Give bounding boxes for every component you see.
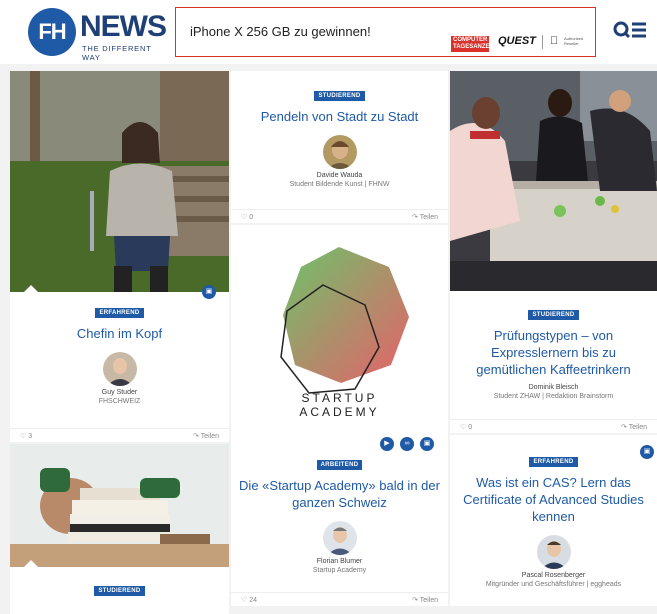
article-title[interactable]: Prüfungstypen – von Expresslernern bis z…: [450, 327, 657, 378]
article-image-woman-bench: [10, 71, 229, 292]
heart-icon: ♡: [241, 597, 248, 604]
fh-news-logo[interactable]: FH NEWS THE DIFFERENT WAY: [28, 8, 168, 62]
heart-icon: ♡: [241, 214, 248, 221]
like-button[interactable]: ♡ 0: [241, 213, 253, 221]
ad-separator: [542, 35, 543, 49]
author-name[interactable]: Dominik Bleisch: [450, 384, 657, 391]
like-count: 0: [468, 424, 473, 431]
author-name[interactable]: Pascal Rosenberger: [450, 572, 657, 579]
author-avatar[interactable]: [322, 521, 357, 555]
ad-banner[interactable]: iPhone X 256 GB zu gewinnen! COMPUTER TA…: [175, 7, 596, 57]
search-menu-button[interactable]: [612, 18, 648, 44]
author-name[interactable]: Guy Studer: [10, 389, 229, 396]
article-image-students-table: [450, 71, 657, 291]
like-count: 0: [249, 214, 254, 221]
card-footer: ♡ 3 ↷ Teilen: [10, 428, 229, 442]
card-notch: [24, 285, 38, 292]
heart-icon: ♡: [20, 433, 27, 440]
ad-text: iPhone X 256 GB zu gewinnen!: [190, 24, 371, 39]
share-label: Teilen: [628, 424, 647, 431]
share-label: Teilen: [200, 433, 219, 440]
site-header: FH NEWS THE DIFFERENT WAY iPhone X 256 G…: [0, 0, 657, 64]
ad-brand-quest: QUEST: [498, 35, 536, 47]
author-avatar[interactable]: [536, 535, 571, 569]
ad-brand-computer: COMPUTER TAGESANZEIGER: [451, 36, 505, 52]
heart-icon: ♡: [460, 424, 467, 431]
share-icon: ↷: [412, 597, 418, 604]
card-footer: ♡ 24 ↷ Teilen: [231, 592, 448, 606]
share-button[interactable]: ↷ Teilen: [621, 423, 647, 431]
search-menu-icon: [613, 21, 646, 39]
share-button[interactable]: ↷ Teilen: [412, 596, 438, 604]
share-label: Teilen: [419, 214, 438, 221]
author-avatar[interactable]: [102, 352, 137, 386]
article-card-pruefung[interactable]: STUDIEREND Prüfungstypen – von Expressle…: [450, 71, 657, 433]
copy-icon[interactable]: ▣: [202, 285, 216, 299]
share-icon: ↷: [621, 424, 627, 431]
article-card-books[interactable]: STUDIEREND: [10, 444, 229, 614]
author-role: Student ZHAW | Redaktion Brainstorm: [493, 393, 614, 400]
like-count: 24: [249, 597, 258, 604]
article-card-pendeln[interactable]: STUDIEREND Pendeln von Stadt zu Stadt Da…: [231, 71, 448, 223]
share-button[interactable]: ↷ Teilen: [193, 432, 219, 440]
article-image-books: [10, 444, 229, 567]
author-role: Student Bildende Kunst | FHNW: [289, 181, 390, 188]
category-badge[interactable]: STUDIEREND: [528, 310, 579, 320]
card-notch: [24, 560, 38, 567]
share-button[interactable]: ↷ Teilen: [412, 213, 438, 221]
category-badge[interactable]: STUDIEREND: [94, 586, 145, 596]
author-name[interactable]: Davide Wauda: [231, 172, 448, 179]
category-badge[interactable]: ERFAHREND: [529, 457, 578, 467]
logo-mark: FH: [28, 8, 76, 56]
share-icon: ↷: [412, 214, 418, 221]
article-title[interactable]: Pendeln von Stadt zu Stadt: [231, 108, 448, 125]
startup-logo-line1: STARTUP: [301, 391, 378, 405]
play-icon[interactable]: ▶: [380, 437, 394, 451]
author-role: Mitgründer und Geschäftsführer | egghead…: [485, 581, 622, 588]
like-count: 3: [28, 433, 33, 440]
logo-tagline: THE DIFFERENT WAY: [82, 44, 152, 62]
like-button[interactable]: ♡ 24: [241, 596, 257, 604]
article-title[interactable]: Chefin im Kopf: [10, 325, 229, 342]
startup-logo-line2: ACADEMY: [299, 405, 380, 419]
apple-logo-icon: : [550, 35, 558, 47]
share-icon: ↷: [193, 433, 199, 440]
article-card-chefin[interactable]: ▣ ERFAHREND Chefin im Kopf Guy Studer FH…: [10, 71, 229, 442]
link-icon[interactable]: ∞: [400, 437, 414, 451]
author-avatar[interactable]: [322, 135, 357, 169]
logo-wordmark: NEWS: [80, 10, 167, 43]
category-badge[interactable]: ERFAHREND: [95, 308, 144, 318]
card-footer: ♡ 0 ↷ Teilen: [450, 419, 657, 433]
article-title[interactable]: Was ist ein CAS? Lern das Certificate of…: [450, 474, 657, 525]
card-footer: ♡ 0 ↷ Teilen: [231, 209, 448, 223]
like-button[interactable]: ♡ 0: [460, 423, 472, 431]
category-badge[interactable]: ARBEITEND: [316, 460, 363, 470]
copy-icon[interactable]: ▣: [420, 437, 434, 451]
author-name[interactable]: Florian Blumer: [231, 558, 448, 565]
article-card-cas[interactable]: ▣ ERFAHREND Was ist ein CAS? Lern das Ce…: [450, 435, 657, 606]
author-role: FHSCHWEIZ: [98, 398, 141, 405]
author-role: Startup Academy: [312, 567, 367, 574]
article-title[interactable]: Die «Startup Academy» bald in der ganzen…: [231, 477, 448, 511]
like-button[interactable]: ♡ 3: [20, 432, 32, 440]
ad-brand-apple-sub: Authorised Reseller: [564, 36, 584, 46]
article-card-startup[interactable]: STARTUP ACADEMY ▶ ∞ ▣ ARBEITEND Die «Sta…: [231, 225, 448, 606]
category-badge[interactable]: STUDIEREND: [314, 91, 365, 101]
share-label: Teilen: [419, 597, 438, 604]
